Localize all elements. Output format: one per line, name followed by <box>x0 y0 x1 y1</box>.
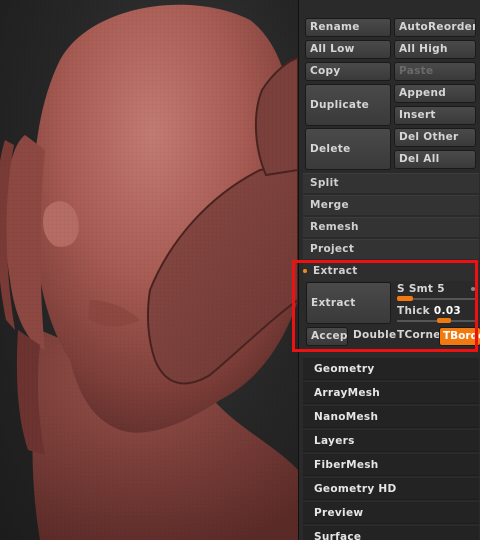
menu-geometry-hd[interactable]: Geometry HD <box>303 478 479 500</box>
menu-layers[interactable]: Layers <box>303 430 479 452</box>
duplicate-button[interactable]: Duplicate <box>305 84 391 126</box>
menu-fibermesh[interactable]: FiberMesh <box>303 454 479 476</box>
sculpt-model[interactable] <box>0 0 298 540</box>
append-button[interactable]: Append <box>394 84 476 103</box>
merge-section[interactable]: Merge <box>303 195 479 215</box>
all-low-button[interactable]: All Low <box>305 40 391 59</box>
menu-arraymesh[interactable]: ArrayMesh <box>303 382 479 404</box>
extract-highlight-box <box>292 260 478 352</box>
split-section[interactable]: Split <box>303 173 479 193</box>
menu-preview[interactable]: Preview <box>303 502 479 524</box>
autoreorder-button[interactable]: AutoReorder <box>394 18 476 37</box>
paste-button[interactable]: Paste <box>394 62 476 81</box>
del-other-button[interactable]: Del Other <box>394 128 476 147</box>
menu-geometry[interactable]: Geometry <box>303 358 479 380</box>
remesh-section[interactable]: Remesh <box>303 217 479 237</box>
copy-button[interactable]: Copy <box>305 62 391 81</box>
menu-surface[interactable]: Surface <box>303 526 479 540</box>
del-all-button[interactable]: Del All <box>394 150 476 169</box>
all-high-button[interactable]: All High <box>394 40 476 59</box>
insert-button[interactable]: Insert <box>394 106 476 125</box>
3d-viewport[interactable] <box>0 0 298 540</box>
rename-button[interactable]: Rename <box>305 18 391 37</box>
delete-button[interactable]: Delete <box>305 128 391 170</box>
menu-nanomesh[interactable]: NanoMesh <box>303 406 479 428</box>
project-section[interactable]: Project <box>303 239 479 259</box>
